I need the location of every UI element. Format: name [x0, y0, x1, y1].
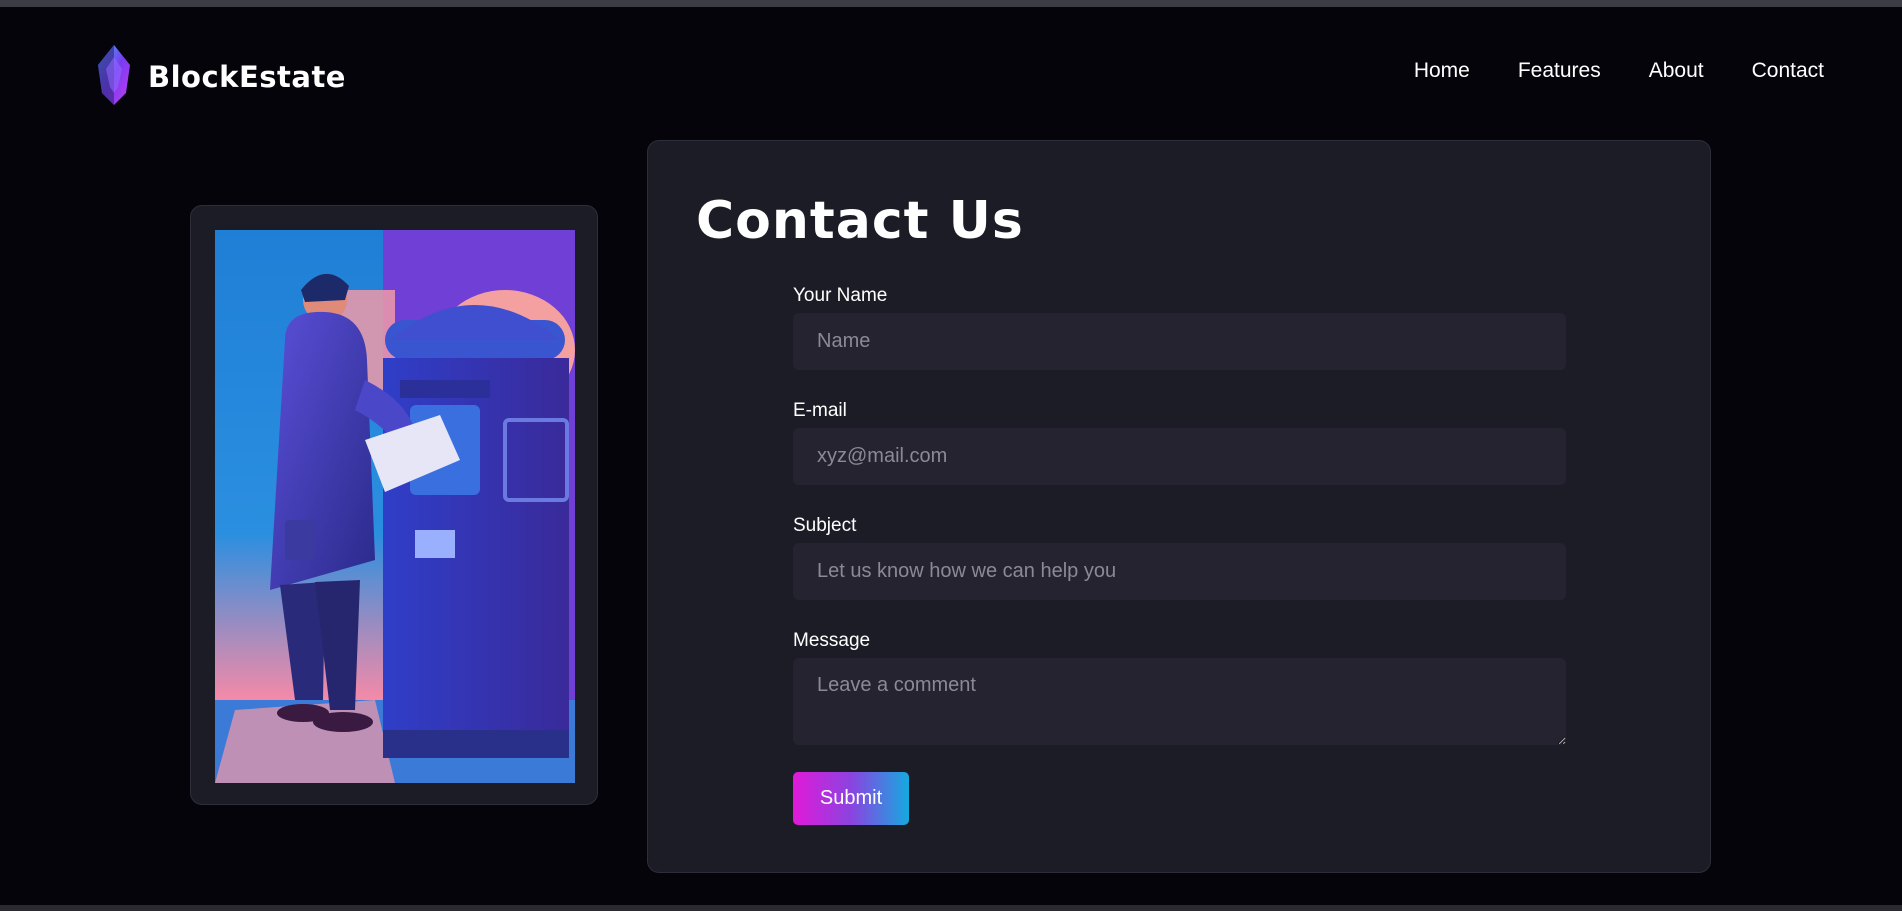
page-title: Contact Us: [696, 191, 1024, 251]
subject-input[interactable]: [793, 543, 1566, 600]
site-header: BlockEstate Home Features About Contact: [0, 7, 1902, 137]
illustration-card: [190, 205, 598, 805]
name-input[interactable]: [793, 313, 1566, 370]
message-label: Message: [793, 630, 871, 651]
main-nav: Home Features About Contact: [1414, 59, 1824, 83]
brand-name: BlockEstate: [148, 60, 346, 94]
email-input[interactable]: [793, 428, 1566, 485]
window-bottom-border: [0, 905, 1902, 911]
name-label: Your Name: [793, 285, 888, 306]
nav-about[interactable]: About: [1649, 59, 1704, 83]
crystal-logo-icon: [92, 43, 136, 111]
message-textarea[interactable]: [793, 658, 1566, 745]
email-label: E-mail: [793, 400, 847, 421]
submit-button[interactable]: Submit: [793, 772, 909, 825]
window-top-border: [0, 0, 1902, 7]
brand[interactable]: BlockEstate: [92, 43, 346, 111]
subject-label: Subject: [793, 515, 857, 536]
nav-contact[interactable]: Contact: [1752, 59, 1824, 83]
nav-home[interactable]: Home: [1414, 59, 1470, 83]
nav-features[interactable]: Features: [1518, 59, 1601, 83]
contact-form-card: Contact Us Your Name E-mail Subject Mess…: [647, 140, 1711, 873]
mailbox-illustration: [215, 230, 575, 783]
